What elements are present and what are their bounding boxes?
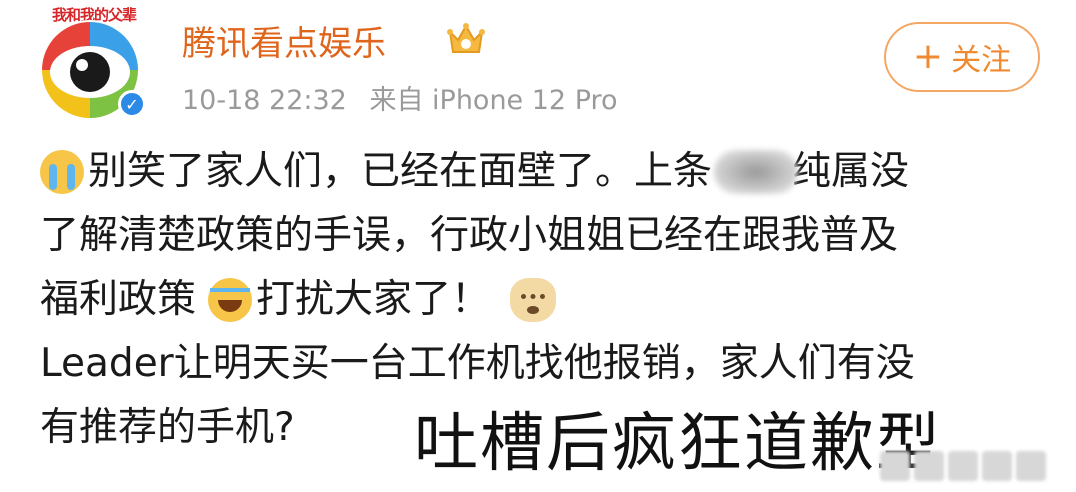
blurred-redaction <box>714 150 799 194</box>
crown-icon <box>447 23 485 53</box>
post-meta: 10-18 22:32 来自 iPhone 12 Pro <box>182 78 618 117</box>
shiba-dog-emoji-icon <box>510 278 557 322</box>
avatar-area[interactable]: 我和我的父辈 ✓ <box>30 4 158 124</box>
follow-button[interactable]: + 关注 <box>884 22 1040 92</box>
overlay-caption: 吐槽后疯狂道歉型 <box>414 407 942 481</box>
post-line-3-a: 福利政策 <box>40 277 197 322</box>
post-timestamp: 10-18 22:32 <box>182 85 347 116</box>
post-source: 来自 iPhone 12 Pro <box>369 85 618 116</box>
post-line-3: 福利政策 打扰大家了！ <box>40 268 1050 332</box>
post-line-1: 别笑了家人们，已经在面壁了。上条 纯属没 <box>40 140 1050 204</box>
follow-label: 关注 <box>951 43 1012 78</box>
laughing-tears-emoji-icon <box>208 278 253 322</box>
plus-icon: + <box>912 36 944 77</box>
post-line-4: Leader让明天买一台工作机找他报销，家人们有没 <box>40 341 915 386</box>
blurred-watermark <box>880 446 1070 486</box>
post-line-3-b: 打扰大家了！ <box>256 277 491 322</box>
post-line-2: 了解清楚政策的手误，行政小姐姐已经在跟我普及 <box>40 213 899 258</box>
post-line-1-end: 纯属没 <box>792 149 910 194</box>
username[interactable]: 腾讯看点娱乐 <box>182 16 386 65</box>
verified-badge-icon: ✓ <box>118 90 146 118</box>
crying-face-emoji-icon <box>40 150 84 194</box>
post-line-1-text: 别笑了家人们，已经在面壁了。上条 <box>88 149 713 194</box>
